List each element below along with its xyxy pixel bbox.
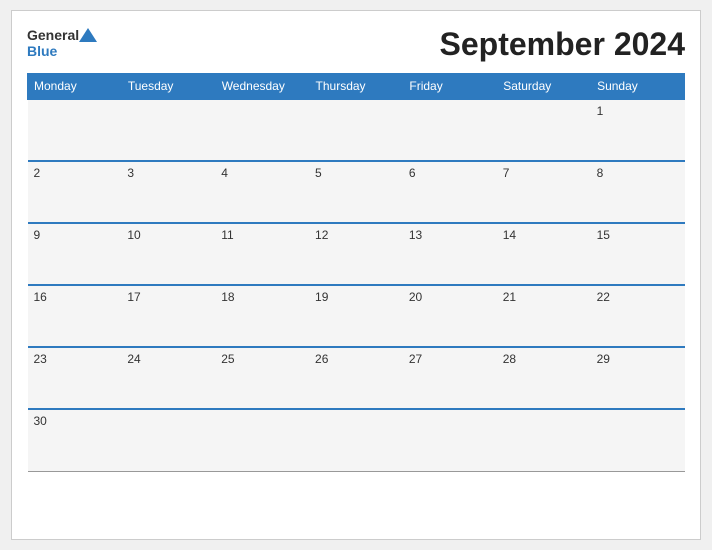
day-number: 29: [597, 352, 610, 366]
day-cell: 1: [591, 99, 685, 161]
week-row-5: 30: [28, 409, 685, 471]
day-cell: 2: [28, 161, 122, 223]
week-row-1: 2 3 4 5 6 7 8: [28, 161, 685, 223]
day-number: 10: [127, 228, 140, 242]
day-number: 22: [597, 290, 610, 304]
day-number: 2: [34, 166, 41, 180]
day-cell: [497, 99, 591, 161]
day-cell: 29: [591, 347, 685, 409]
day-number: 13: [409, 228, 422, 242]
day-number: 8: [597, 166, 604, 180]
day-cell: 10: [121, 223, 215, 285]
day-cell: 22: [591, 285, 685, 347]
day-number: 26: [315, 352, 328, 366]
calendar-container: General Blue September 2024 Monday Tuesd…: [11, 10, 701, 540]
day-cell: 7: [497, 161, 591, 223]
day-cell: [121, 409, 215, 471]
day-number: 5: [315, 166, 322, 180]
day-cell: 12: [309, 223, 403, 285]
header-wednesday: Wednesday: [215, 74, 309, 100]
day-number: 17: [127, 290, 140, 304]
day-number: 7: [503, 166, 510, 180]
header-friday: Friday: [403, 74, 497, 100]
day-cell: [28, 99, 122, 161]
header-thursday: Thursday: [309, 74, 403, 100]
day-cell: [403, 409, 497, 471]
day-number: 6: [409, 166, 416, 180]
day-number: 12: [315, 228, 328, 242]
logo-general-text: General: [27, 28, 79, 43]
day-number: 23: [34, 352, 47, 366]
week-row-4: 23 24 25 26 27 28 29: [28, 347, 685, 409]
day-cell: [309, 99, 403, 161]
logo-blue-text: Blue: [27, 43, 97, 61]
month-title: September 2024: [440, 26, 685, 63]
day-cell: 3: [121, 161, 215, 223]
day-cell: 14: [497, 223, 591, 285]
day-cell: 16: [28, 285, 122, 347]
week-row-0: 1: [28, 99, 685, 161]
calendar-body: 1234567891011121314151617181920212223242…: [28, 99, 685, 471]
day-cell: 25: [215, 347, 309, 409]
day-number: 28: [503, 352, 516, 366]
day-number: 19: [315, 290, 328, 304]
logo-flag-icon: [79, 28, 97, 42]
day-cell: 28: [497, 347, 591, 409]
day-cell: [309, 409, 403, 471]
day-cell: 19: [309, 285, 403, 347]
day-number: 20: [409, 290, 422, 304]
header-sunday: Sunday: [591, 74, 685, 100]
day-cell: 11: [215, 223, 309, 285]
day-cell: 24: [121, 347, 215, 409]
day-cell: 5: [309, 161, 403, 223]
logo-wrapper: General Blue: [27, 28, 97, 61]
day-cell: 17: [121, 285, 215, 347]
weekday-header-row: Monday Tuesday Wednesday Thursday Friday…: [28, 74, 685, 100]
header-saturday: Saturday: [497, 74, 591, 100]
day-number: 16: [34, 290, 47, 304]
header-tuesday: Tuesday: [121, 74, 215, 100]
day-cell: [403, 99, 497, 161]
day-cell: [121, 99, 215, 161]
day-number: 15: [597, 228, 610, 242]
day-number: 3: [127, 166, 134, 180]
day-cell: 9: [28, 223, 122, 285]
day-cell: 8: [591, 161, 685, 223]
calendar-grid: Monday Tuesday Wednesday Thursday Friday…: [27, 73, 685, 472]
day-number: 30: [34, 414, 47, 428]
day-cell: 15: [591, 223, 685, 285]
day-number: 14: [503, 228, 516, 242]
day-number: 9: [34, 228, 41, 242]
day-number: 11: [221, 228, 233, 242]
day-number: 4: [221, 166, 228, 180]
day-number: 21: [503, 290, 516, 304]
day-number: 1: [597, 104, 604, 118]
calendar-header-row: Monday Tuesday Wednesday Thursday Friday…: [28, 74, 685, 100]
day-number: 25: [221, 352, 234, 366]
day-cell: [215, 409, 309, 471]
day-cell: 4: [215, 161, 309, 223]
day-number: 27: [409, 352, 422, 366]
day-cell: 18: [215, 285, 309, 347]
week-row-3: 16 17 18 19 20 21 22: [28, 285, 685, 347]
day-cell: 6: [403, 161, 497, 223]
day-cell: 13: [403, 223, 497, 285]
day-number: 24: [127, 352, 140, 366]
header-monday: Monday: [28, 74, 122, 100]
day-cell: 30: [28, 409, 122, 471]
week-row-2: 9 10 11 12 13 14 15: [28, 223, 685, 285]
logo: General Blue: [27, 28, 97, 61]
day-cell: 21: [497, 285, 591, 347]
day-cell: 26: [309, 347, 403, 409]
day-cell: [215, 99, 309, 161]
day-cell: [591, 409, 685, 471]
calendar-header: General Blue September 2024: [27, 26, 685, 63]
day-cell: 23: [28, 347, 122, 409]
logo-line1: General: [27, 28, 97, 43]
logo-blue-label: Blue: [27, 43, 57, 59]
day-number: 18: [221, 290, 234, 304]
day-cell: 20: [403, 285, 497, 347]
day-cell: 27: [403, 347, 497, 409]
day-cell: [497, 409, 591, 471]
